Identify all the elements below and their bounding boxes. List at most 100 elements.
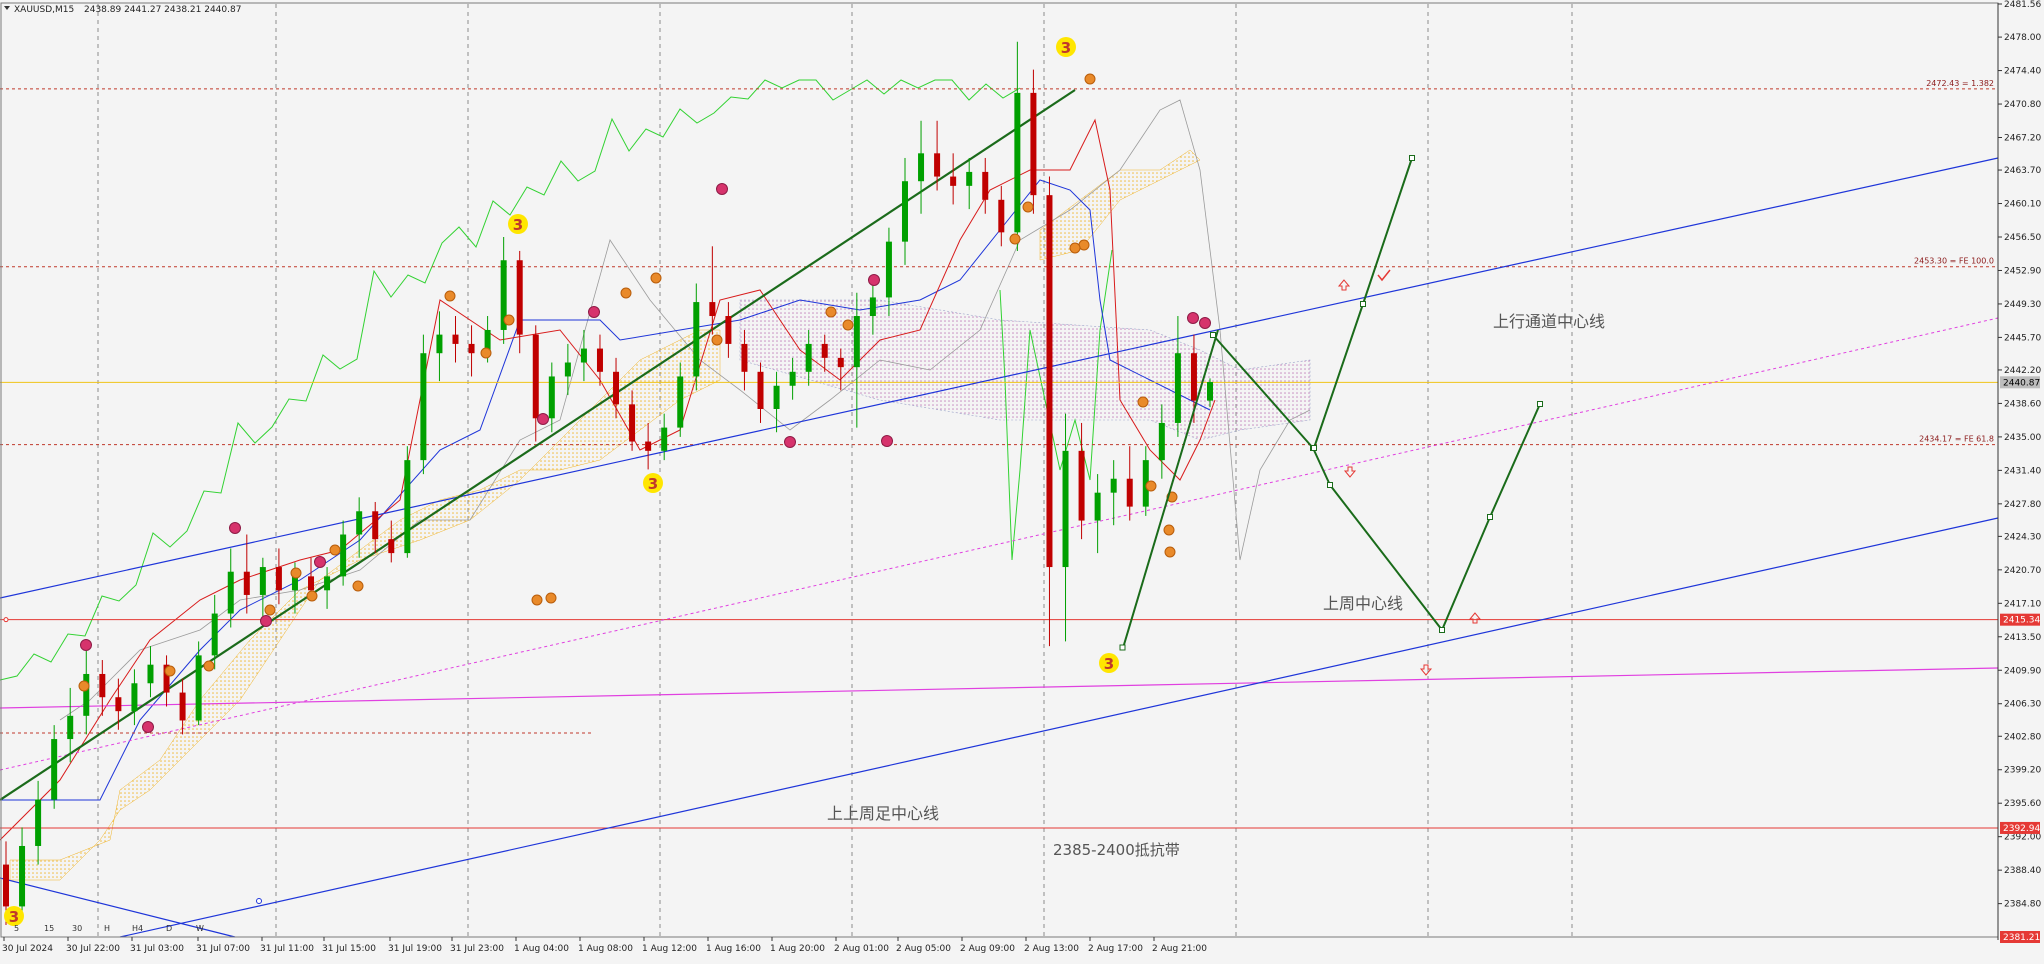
fractal-marker-up [329,544,341,556]
timeframe-button-15[interactable]: 15 [44,924,54,933]
candle-body [1094,492,1101,521]
price-tick-label: 2384.80 [2004,900,2041,910]
candle-body [259,567,266,595]
candle-body [918,153,925,182]
candle-body [885,241,892,298]
price-tick-label: 2413.50 [2004,633,2041,643]
fractal-marker-up [203,660,215,672]
candle-body [645,441,652,451]
candle-body [131,683,138,712]
price-tick-label: 2399.20 [2004,766,2041,776]
candle-body [693,302,700,377]
trading-chart[interactable]: 2472.43 = 1.382 2453.30 = FE 100.0 2434.17… [0,0,2044,960]
price-tick-label: 2409.90 [2004,666,2041,676]
current-price-box-text: 2440.87 [2003,378,2040,388]
candle-body [725,316,732,344]
price-tick-label: 2431.40 [2004,466,2041,476]
time-tick-label: 1 Aug 12:00 [642,944,697,954]
candle-body [195,655,202,721]
time-tick-label: 31 Jul 15:00 [322,944,376,954]
projection-node [1360,301,1366,307]
candle-body [564,362,571,377]
candle-body [1110,478,1117,493]
price-label-box-text: 2392.94 [2003,824,2040,834]
timeframe-button-H4[interactable]: H4 [132,924,143,933]
time-tick-label: 2 Aug 01:00 [834,944,889,954]
time-tick-label: 2 Aug 09:00 [960,944,1015,954]
candle-body [548,376,555,419]
fractal-marker-down [314,556,326,568]
price-level-label: 2453.30 = FE 100.0 [1914,257,1994,266]
price-label-box-text: 2381.21 [2003,933,2040,943]
fractal-marker-up [290,567,302,579]
fractal-marker-down [784,436,796,448]
fractal-marker-down [537,413,549,425]
timeframe-button-H[interactable]: H [104,924,110,933]
fractal-marker-up [842,319,854,331]
timeframe-button-D[interactable]: D [166,924,172,933]
candle-body [35,799,42,846]
candle-body [837,357,844,368]
timeframe-button-5[interactable]: 5 [14,924,19,933]
timeframe-button-30[interactable]: 30 [72,924,82,933]
time-tick-label: 31 Jul 11:00 [260,944,314,954]
candle-body [901,181,908,242]
chart-canvas[interactable]: 2472.43 = 1.382 2453.30 = FE 100.0 2434.17… [0,0,2044,960]
candle-body [388,539,395,554]
candle-body [1078,450,1085,521]
candle-body [596,348,603,372]
candle-body [1126,478,1133,507]
price-tick-label: 2438.60 [2004,399,2041,409]
candle-body [789,371,796,386]
fractal-marker-up [1137,396,1149,408]
annotation-channel-center: 上行通道中心线 [1493,312,1605,331]
fractal-marker-up [264,604,276,616]
projection-node [1119,644,1126,651]
price-tick-label: 2478.00 [2004,33,2041,43]
time-tick-label: 1 Aug 16:00 [706,944,761,954]
price-tick-label: 2445.70 [2004,333,2041,343]
candle-body [1014,92,1021,233]
fractal-marker-down [142,721,154,733]
fractal-marker-up [164,665,176,677]
time-tick-label: 30 Jul 22:00 [66,944,120,954]
candle-body [773,385,780,409]
annotation-last-week-center: 上周中心线 [1323,594,1403,613]
time-tick-label: 1 Aug 08:00 [578,944,633,954]
time-tick-label: 31 Jul 03:00 [130,944,184,954]
wave-label-text: 3 [1104,655,1114,673]
fractal-marker-up [545,592,557,604]
candle-body [83,673,90,716]
candle-body [1207,382,1213,401]
time-tick-label: 31 Jul 23:00 [450,944,504,954]
candle-body [950,176,957,186]
candle-body [243,571,250,595]
fractal-marker-up [531,594,543,606]
projection-node [1537,401,1543,407]
price-tick-label: 2474.40 [2004,67,2041,77]
fractal-marker-down [1187,312,1199,324]
fractal-marker-down [716,183,728,195]
price-tick-label: 2442.20 [2004,366,2041,376]
candle-body [966,171,973,186]
fractal-marker-up [78,680,90,692]
projection-node [1210,332,1216,338]
time-tick-label: 31 Jul 07:00 [196,944,250,954]
candle-body [1174,353,1181,423]
candle-body [1190,353,1197,401]
candle-body [19,845,26,907]
price-tick-label: 2463.70 [2004,166,2041,176]
candle-body [275,567,282,591]
timeframe-button-W[interactable]: W [196,924,204,933]
price-tick-label: 2392.00 [2004,833,2041,843]
fractal-marker-up [1164,546,1176,558]
fractal-marker-up [1145,480,1157,492]
time-tick-label: 2 Aug 21:00 [1152,944,1207,954]
candle-body [99,673,106,698]
price-tick-label: 2427.80 [2004,500,2041,510]
candle-body [757,371,764,409]
candle-body [468,343,475,354]
annotation-resistance-band: 2385-2400抵抗带 [1053,841,1180,859]
candle-body [629,404,636,442]
channel-anchor [256,898,262,904]
